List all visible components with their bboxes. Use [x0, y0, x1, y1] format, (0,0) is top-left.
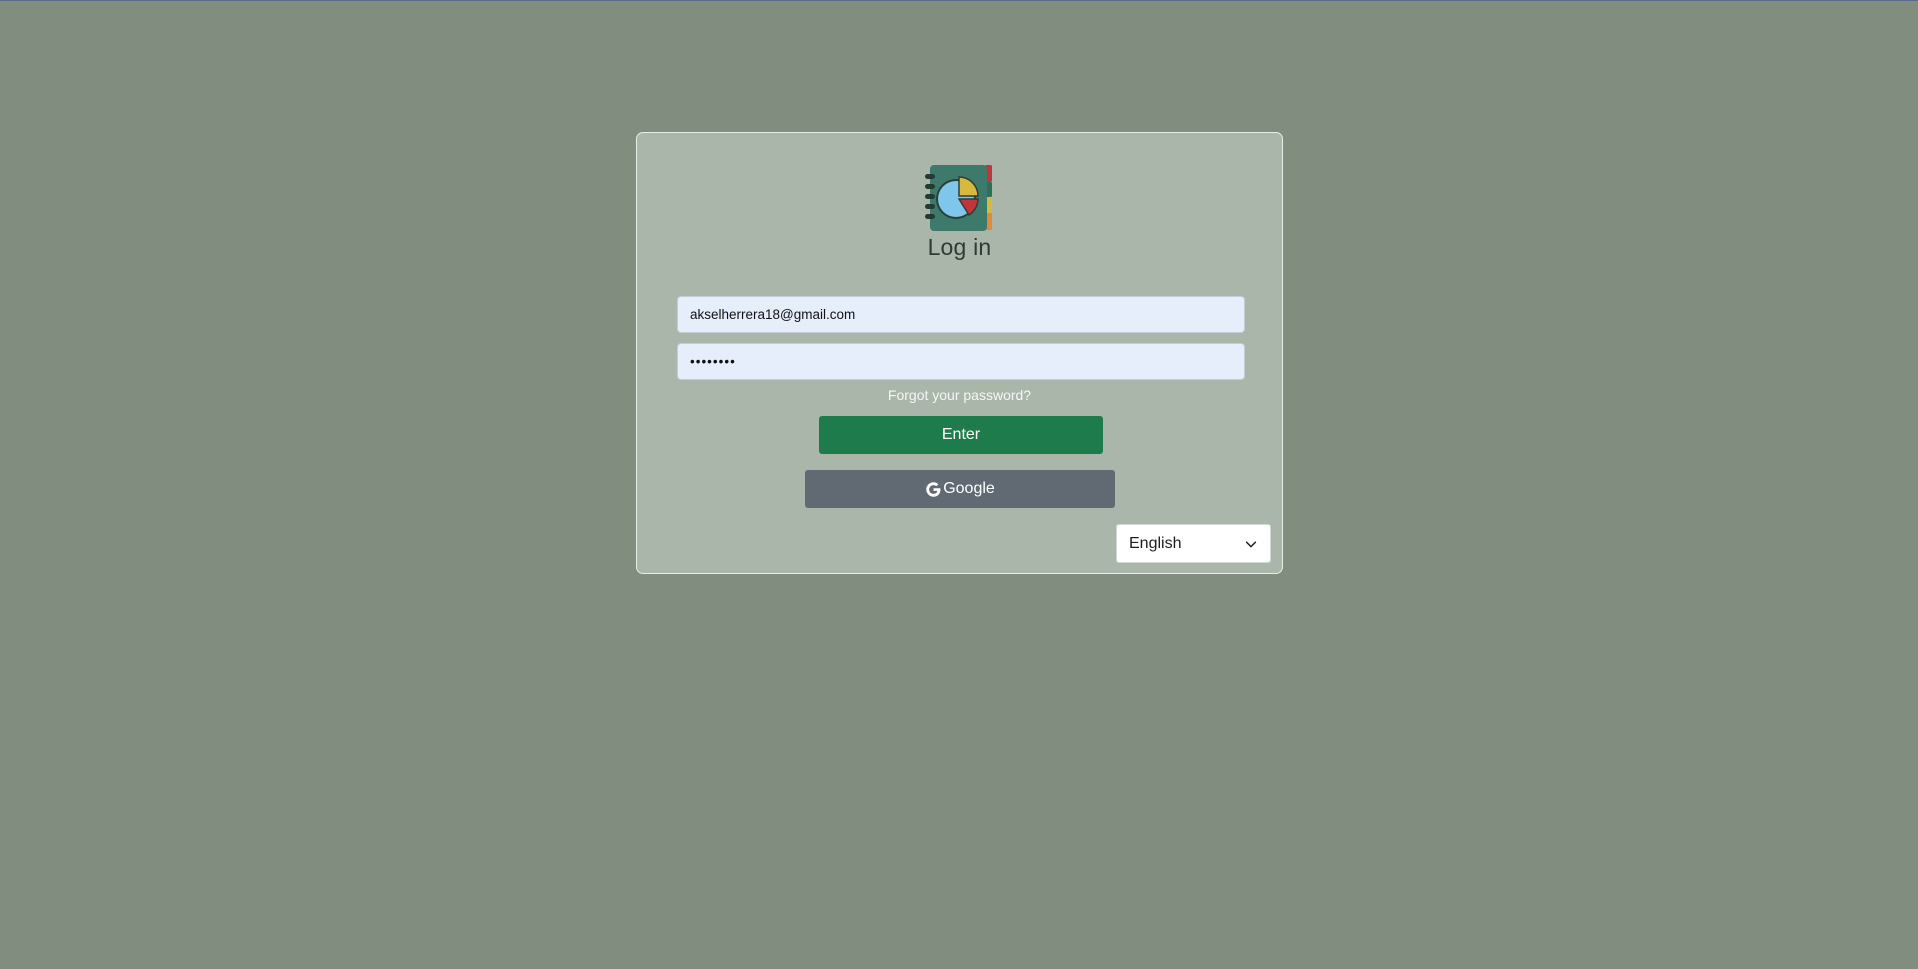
login-card: Log in Forgot your password? Enter Googl… [636, 132, 1283, 574]
chevron-down-icon [1245, 540, 1257, 547]
google-button-label: Google [943, 480, 995, 497]
email-field[interactable] [677, 296, 1245, 333]
password-field[interactable] [677, 343, 1245, 380]
google-login-button[interactable]: Google [805, 470, 1115, 508]
enter-button[interactable]: Enter [819, 416, 1103, 454]
app-logo-icon [925, 165, 992, 231]
page-title: Log in [927, 234, 992, 260]
google-g-icon [926, 481, 941, 497]
forgot-password-link[interactable]: Forgot your password? [637, 387, 1282, 403]
language-select[interactable]: English [1116, 524, 1271, 563]
enter-button-label: Enter [941, 426, 981, 443]
language-select-value: English [1129, 534, 1182, 552]
